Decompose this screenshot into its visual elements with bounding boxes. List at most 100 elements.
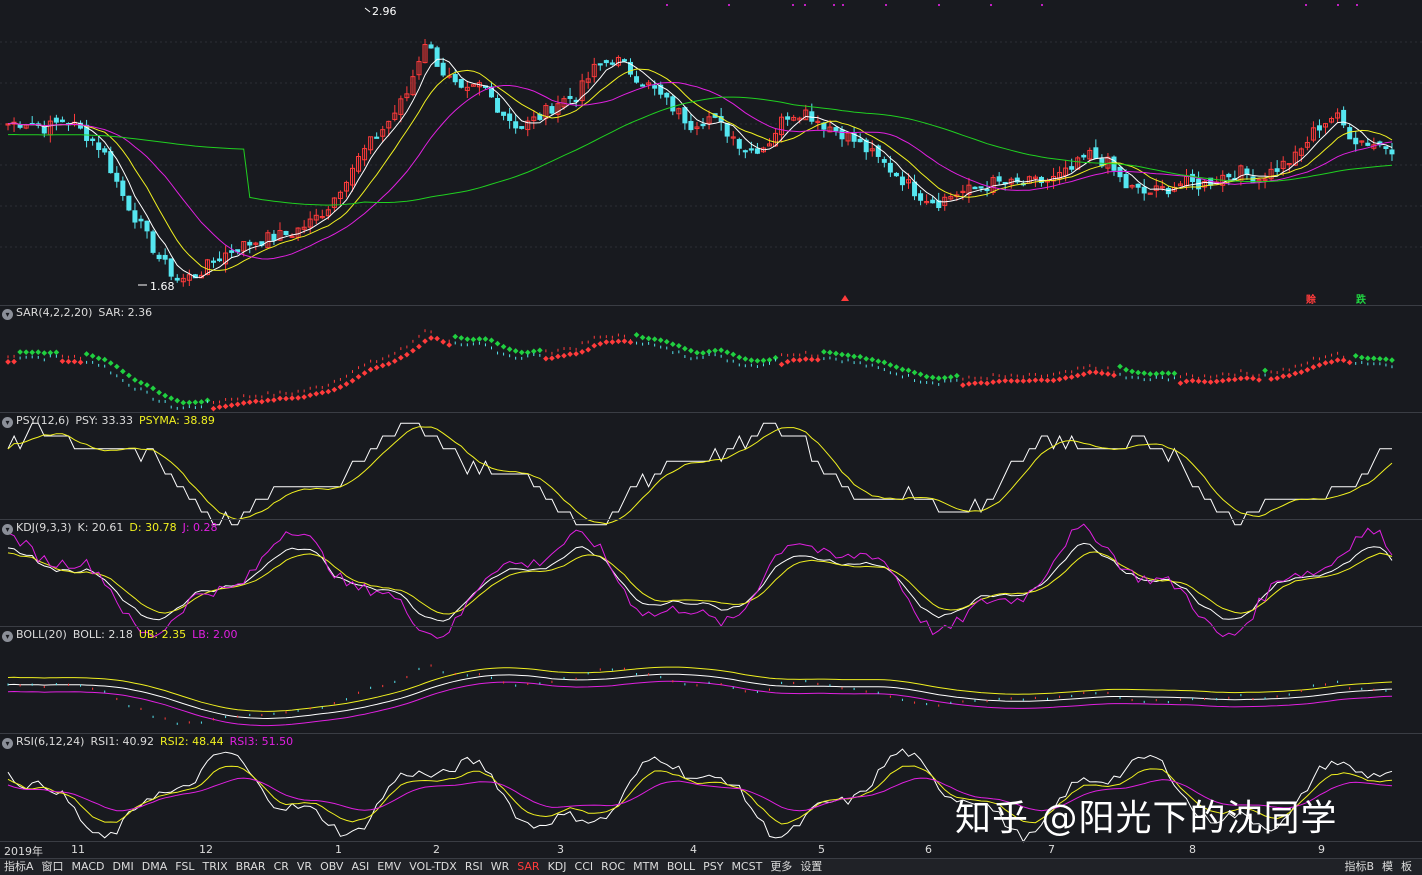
sar-point [1262,367,1268,374]
sar-point [718,347,724,353]
collapse-toggle-icon[interactable]: ▾ [2,738,13,749]
indicator-name[interactable]: PSY(12,6) [16,414,69,427]
sar-point [1334,357,1341,363]
indicator-name[interactable]: BOLL(20) [16,628,67,641]
tab-dmi[interactable]: DMI [109,859,138,874]
sar-point [271,397,277,403]
signal-dot [833,4,835,6]
tab-cci[interactable]: CCI [571,859,598,874]
sar-point [827,349,833,356]
candle-body [899,176,905,186]
sar-point [1117,363,1123,370]
sar-point [458,335,465,341]
sar-point [929,374,936,381]
sar-point [228,402,235,409]
tab-rsi[interactable]: RSI [461,859,487,874]
tab-fsl[interactable]: FSL [171,859,198,874]
axis-label: 5 [818,843,825,856]
tab-more[interactable]: 更多 [766,859,796,874]
panel-divider[interactable] [0,626,1422,627]
sar-point [966,381,972,387]
sar-point [234,401,241,408]
sar-point [1135,369,1141,376]
sar-point [851,353,857,360]
indicator-name[interactable]: RSI(6,12,24) [16,735,84,748]
sar-point [1292,370,1299,377]
collapse-toggle-icon[interactable]: ▾ [2,631,13,642]
panel-divider[interactable] [0,305,1422,306]
tab-obv[interactable]: OBV [316,859,347,874]
candle-body [754,148,760,154]
tab-macd[interactable]: MACD [68,859,109,874]
tab-vr[interactable]: VR [293,859,316,874]
sar-point [156,389,162,396]
boll-panel-label: ▾ BOLL(20) BOLL: 2.18 UB: 2.35 LB: 2.00 [2,628,244,642]
sar-point [1364,355,1371,362]
tab-cr[interactable]: CR [270,859,293,874]
candle-body [120,180,126,196]
sar-point [579,349,585,355]
sar-point [960,382,966,388]
tab-template[interactable]: 模 [1378,859,1397,874]
tab-mtm[interactable]: MTM [629,859,663,874]
candle-body [652,85,658,89]
tab-indicator-a[interactable]: 指标A [0,859,38,874]
sar-point [784,358,791,365]
candle-body [1190,173,1196,183]
sar-point [355,373,362,380]
tab-indicator-b[interactable]: 指标B [1340,859,1378,874]
d-value: D: 30.78 [129,521,177,534]
candle-body [634,76,640,83]
sar-point [53,349,60,356]
kdj-k-line [7,542,1393,622]
tab-window[interactable]: 窗口 [38,859,68,874]
collapse-toggle-icon[interactable]: ▾ [2,309,13,320]
candle-body [1353,137,1359,145]
sar-point [857,353,863,360]
high-marker-line [364,7,371,13]
sar-point [180,399,187,406]
candle-body [978,186,984,189]
tab-psy[interactable]: PSY [699,859,727,874]
signal-dot [1041,4,1043,6]
tab-roc[interactable]: ROC [597,859,629,874]
sar-point [1310,364,1317,370]
panel-divider[interactable] [0,412,1422,413]
sar-point [89,353,96,359]
sar-point [796,357,803,363]
tab-vol-tdx[interactable]: VOL-TDX [405,859,461,874]
tab-brar[interactable]: BRAR [232,859,270,874]
panel-divider[interactable] [0,519,1422,520]
collapse-toggle-icon[interactable]: ▾ [2,524,13,535]
sar-point [815,356,821,363]
sar-point [730,351,737,358]
indicator-name[interactable]: KDJ(9,3,3) [16,521,72,534]
rsi3-value: RSI3: 51.50 [229,735,294,748]
tab-asi[interactable]: ASI [347,859,373,874]
signal-arrow-icon [841,295,849,301]
panel-divider[interactable] [0,733,1422,734]
panel-divider[interactable] [0,841,1422,842]
candle-body [458,79,464,88]
tab-boll[interactable]: BOLL [663,859,699,874]
sar-point [1038,377,1045,383]
tab-dma[interactable]: DMA [138,859,172,874]
collapse-toggle-icon[interactable]: ▾ [2,417,13,428]
tab-settings[interactable]: 设置 [796,859,826,874]
sar-point [736,354,743,361]
tab-sar[interactable]: SAR [513,859,543,874]
sar-point [500,343,507,350]
indicator-name[interactable]: SAR(4,2,2,20) [16,306,92,319]
tab-wr[interactable]: WR [487,859,514,874]
sar-point [295,395,301,401]
axis-label: 11 [71,843,85,856]
ma20-line [7,81,1393,260]
tab-mcst[interactable]: MCST [727,859,766,874]
tab-kdj[interactable]: KDJ [544,859,571,874]
sar-point [95,355,102,362]
candle-body [90,138,96,142]
tab-trix[interactable]: TRIX [198,859,231,874]
tab-board[interactable]: 板 [1397,859,1416,874]
tab-emv[interactable]: EMV [373,859,405,874]
axis-label: 7 [1048,843,1055,856]
